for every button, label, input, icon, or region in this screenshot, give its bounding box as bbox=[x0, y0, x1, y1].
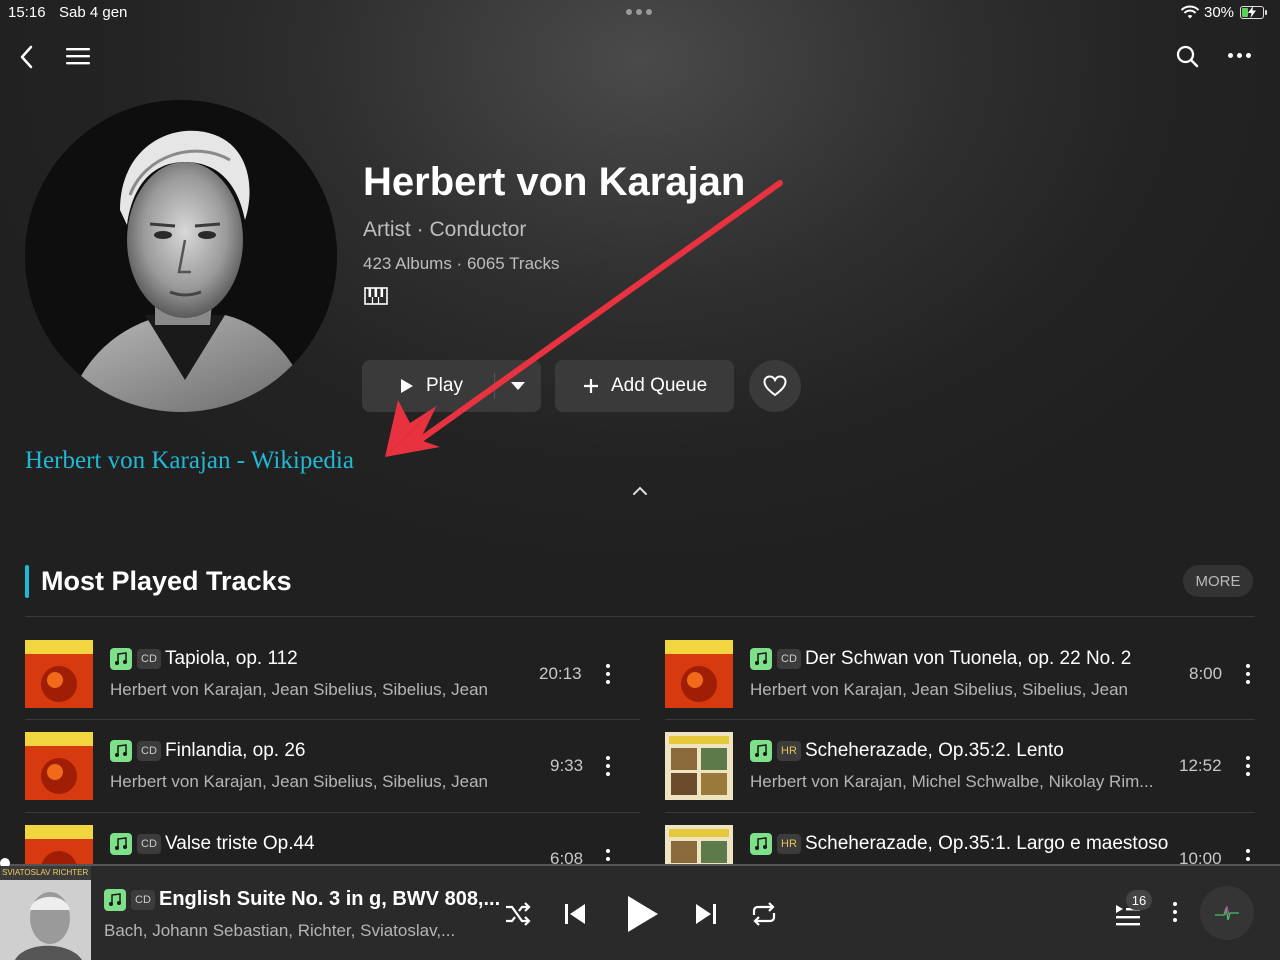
more-button[interactable]: MORE bbox=[1183, 565, 1253, 597]
track-title: Tapiola, op. 112 bbox=[165, 648, 298, 669]
repeat-icon[interactable] bbox=[750, 902, 778, 926]
wikipedia-link[interactable]: Herbert von Karajan - Wikipedia bbox=[25, 447, 354, 475]
previous-track-icon[interactable] bbox=[563, 902, 587, 926]
row-divider bbox=[665, 719, 1255, 720]
track-duration: 8:00 bbox=[1189, 664, 1223, 683]
now-playing-artists: Bach, Johann Sebastian, Richter, Sviatos… bbox=[104, 921, 456, 940]
more-options-icon[interactable] bbox=[1228, 53, 1251, 58]
artist-avatar bbox=[25, 100, 337, 412]
play-pause-icon[interactable] bbox=[622, 894, 662, 934]
battery-icon bbox=[1240, 6, 1267, 19]
track-row[interactable]: HR Scheherazade, Op.35:1. Largo e maesto… bbox=[665, 825, 1255, 865]
quality-badge-icon bbox=[104, 889, 126, 911]
format-badge: CD bbox=[137, 834, 161, 854]
shuffle-icon[interactable] bbox=[504, 902, 532, 926]
album-thumbnail bbox=[25, 732, 93, 800]
album-thumbnail bbox=[665, 825, 733, 865]
track-menu-icon[interactable] bbox=[605, 664, 611, 684]
album-thumbnail bbox=[25, 640, 93, 708]
track-title: Valse triste Op.44 bbox=[165, 833, 315, 854]
track-row[interactable]: CD Tapiola, op. 112 Herbert von Karajan,… bbox=[25, 640, 640, 710]
menu-icon[interactable] bbox=[66, 46, 91, 66]
track-artists: Herbert von Karajan, Jean Sibelius, Sibe… bbox=[750, 680, 1128, 699]
track-artists: Herbert von Karajan, Jean Sibelius, Sibe… bbox=[110, 772, 488, 791]
section-title: Most Played Tracks bbox=[41, 566, 292, 596]
track-row[interactable]: CD Valse triste Op.44 6:08 bbox=[25, 825, 640, 865]
format-badge: CD bbox=[777, 649, 801, 669]
wifi-icon bbox=[1180, 5, 1200, 19]
audio-waveform-icon bbox=[1215, 905, 1239, 921]
format-badge: CD bbox=[131, 890, 155, 910]
track-menu-icon[interactable] bbox=[1245, 849, 1251, 865]
track-duration: 12:52 bbox=[1179, 756, 1222, 775]
annotation-arrow bbox=[385, 180, 783, 457]
track-row[interactable]: CD Der Schwan von Tuonela, op. 22 No. 2 … bbox=[665, 640, 1255, 710]
album-thumbnail bbox=[665, 640, 733, 708]
player-menu-icon[interactable] bbox=[1172, 902, 1178, 922]
album-thumbnail bbox=[25, 825, 93, 865]
track-menu-icon[interactable] bbox=[1245, 756, 1251, 776]
status-time: 15:16 bbox=[8, 4, 46, 21]
now-playing-title: English Suite No. 3 in g, BWV 808,... bbox=[159, 888, 501, 910]
collapse-chevron-icon[interactable] bbox=[632, 486, 648, 496]
track-duration: 9:33 bbox=[550, 756, 584, 775]
quality-badge-icon bbox=[110, 833, 132, 855]
track-duration: 6:08 bbox=[550, 849, 584, 865]
track-title: Scheherazade, Op.35:1. Largo e maestoso bbox=[805, 833, 1169, 854]
format-badge: CD bbox=[137, 741, 161, 761]
quality-badge-icon bbox=[750, 648, 772, 670]
row-divider bbox=[665, 812, 1255, 813]
section-divider bbox=[25, 616, 1255, 617]
search-icon[interactable] bbox=[1175, 44, 1201, 70]
track-artists: Herbert von Karajan, Jean Sibelius, Sibe… bbox=[110, 680, 488, 699]
format-badge: HR bbox=[777, 834, 801, 854]
track-menu-icon[interactable] bbox=[605, 756, 611, 776]
multitask-dots-icon[interactable] bbox=[626, 9, 652, 15]
track-row[interactable]: HR Scheherazade, Op.35:2. Lento Herbert … bbox=[665, 732, 1255, 802]
track-title: Scheherazade, Op.35:2. Lento bbox=[805, 740, 1064, 761]
track-title: Der Schwan von Tuonela, op. 22 No. 2 bbox=[805, 648, 1132, 669]
section-accent-bar bbox=[25, 565, 29, 598]
row-divider bbox=[25, 719, 640, 720]
track-menu-icon[interactable] bbox=[605, 849, 611, 865]
battery-percent: 30% bbox=[1204, 4, 1235, 21]
track-duration: 20:13 bbox=[539, 664, 582, 683]
track-row[interactable]: CD Finlandia, op. 26 Herbert von Karajan… bbox=[25, 732, 640, 802]
format-badge: CD bbox=[137, 649, 161, 669]
row-divider bbox=[25, 812, 640, 813]
now-playing-cover[interactable]: SVIATOSLAV RICHTER bbox=[0, 866, 91, 960]
next-track-icon[interactable] bbox=[694, 902, 718, 926]
quality-badge-icon bbox=[750, 740, 772, 762]
cover-text: SVIATOSLAV RICHTER bbox=[2, 868, 89, 877]
audio-output-button[interactable] bbox=[1200, 886, 1254, 940]
album-thumbnail bbox=[665, 732, 733, 800]
back-icon[interactable] bbox=[18, 44, 36, 70]
quality-badge-icon bbox=[110, 740, 132, 762]
quality-badge-icon bbox=[750, 833, 772, 855]
track-title: Finlandia, op. 26 bbox=[165, 740, 306, 761]
now-playing-bar: SVIATOSLAV RICHTER CD English Suite No. … bbox=[0, 866, 1280, 960]
quality-badge-icon bbox=[110, 648, 132, 670]
track-artists: Herbert von Karajan, Michel Schwalbe, Ni… bbox=[750, 772, 1154, 791]
queue-count-badge: 16 bbox=[1126, 890, 1152, 910]
track-menu-icon[interactable] bbox=[1245, 664, 1251, 684]
format-badge: HR bbox=[777, 741, 801, 761]
status-date: Sab 4 gen bbox=[59, 4, 128, 21]
track-duration: 10:00 bbox=[1179, 849, 1222, 865]
